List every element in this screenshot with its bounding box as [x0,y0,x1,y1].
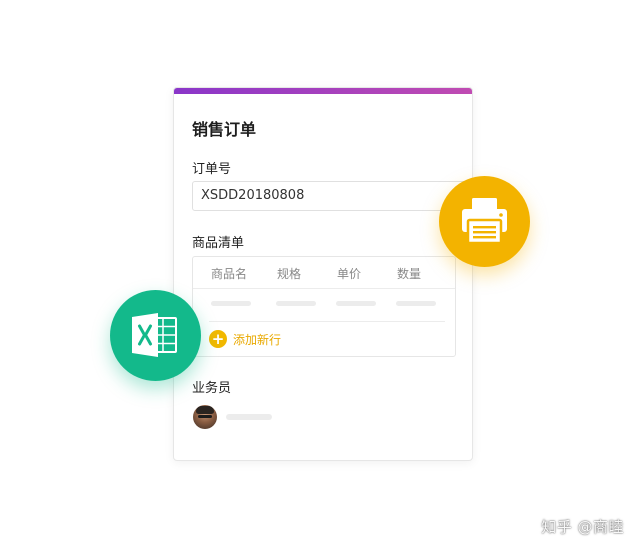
placeholder-cell [396,301,436,306]
column-header-spec: 规格 [276,267,301,281]
items-table: 商品名 规格 单价 数量 + 添加新行 [192,256,456,357]
column-header-price: 单价 [336,267,361,281]
card-accent-bar [174,88,472,94]
order-number-label: 订单号 [192,162,232,177]
avatar[interactable] [193,405,217,429]
order-number-input[interactable]: XSDD20180808 [192,181,472,211]
table-row-divider [209,321,445,322]
items-label: 商品清单 [192,236,245,251]
salesperson-name-placeholder [226,414,272,420]
table-header-divider [193,288,455,289]
printer-icon [462,198,507,245]
avatar-glasses [198,415,212,418]
excel-icon [132,313,177,357]
add-row-label: 添加新行 [233,332,282,347]
column-header-product: 商品名 [210,267,247,281]
excel-export-button[interactable] [110,290,201,381]
placeholder-cell [211,301,251,306]
print-button[interactable] [439,176,530,267]
plus-icon: + [209,330,227,348]
column-header-quantity: 数量 [396,267,421,281]
avatar-hair [196,406,214,414]
form-title: 销售订单 [192,120,257,139]
add-row-button[interactable]: + 添加新行 [209,329,281,349]
placeholder-cell [276,301,316,306]
sales-order-card: 销售订单 订单号 XSDD20180808 商品清单 商品名 规格 单价 数量 … [173,87,473,461]
watermark: 知乎 @商睦 [541,518,624,536]
placeholder-cell [336,301,376,306]
